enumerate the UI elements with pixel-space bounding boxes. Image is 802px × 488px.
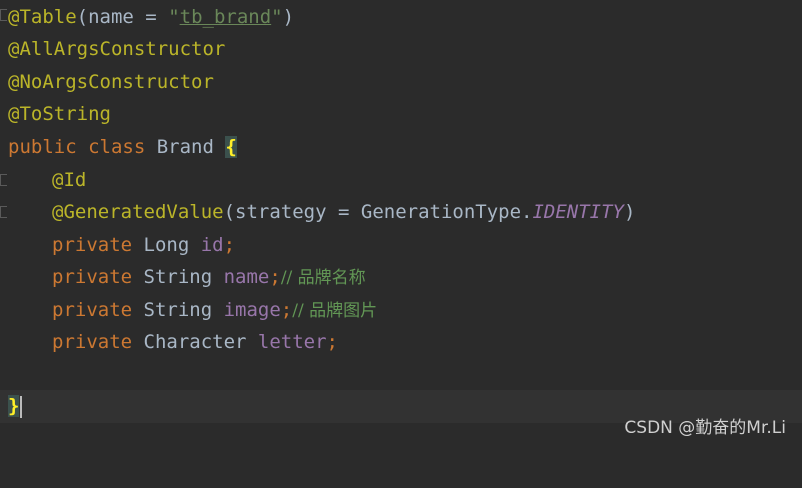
comment-brand-image: // 品牌图片 [292,301,378,321]
annotation-table: @Table [8,6,77,28]
annotation-noargs: @NoArgsConstructor [8,71,214,93]
table-name-string: tb_brand [179,6,272,28]
code-line-7: @GeneratedValue(strategy = GenerationTyp… [52,201,636,223]
code-line-10: private String image;// 品牌图片 [52,299,378,321]
code-line-6: @Id [0,164,802,197]
close-brace: } [8,395,20,417]
field-image: image [223,299,281,321]
field-id: id [200,234,224,256]
comment-brand-name: // 品牌名称 [280,268,366,288]
identity-constant: IDENTITY [532,201,624,223]
annotation-allargs: @AllArgsConstructor [8,38,226,60]
code-editor[interactable]: @Table(name = "tb_brand") @AllArgsConstr… [0,0,802,446]
open-brace: { [225,136,237,158]
code-line-8: private Long id; [52,234,236,256]
code-line-5: public class Brand { [8,136,237,158]
watermark: CSDN @勤奋的Mr.Li [624,418,786,438]
annotation-tostring: @ToString [8,103,111,125]
text-caret [20,395,23,418]
code-line-4: @ToString [0,98,802,131]
class-name: Brand [156,136,226,158]
annotation-generatedvalue: @GeneratedValue [52,201,224,223]
code-line-11: private Character letter; [52,331,338,353]
code-line-1: @Table(name = "tb_brand") [8,6,295,28]
field-letter: letter [257,331,327,353]
code-line-9: private String name;// 品牌名称 [52,266,366,288]
annotation-id: @Id [52,169,87,191]
code-line-3: @NoArgsConstructor [0,66,802,99]
code-line-2: @AllArgsConstructor [0,33,802,66]
field-name: name [223,266,270,288]
